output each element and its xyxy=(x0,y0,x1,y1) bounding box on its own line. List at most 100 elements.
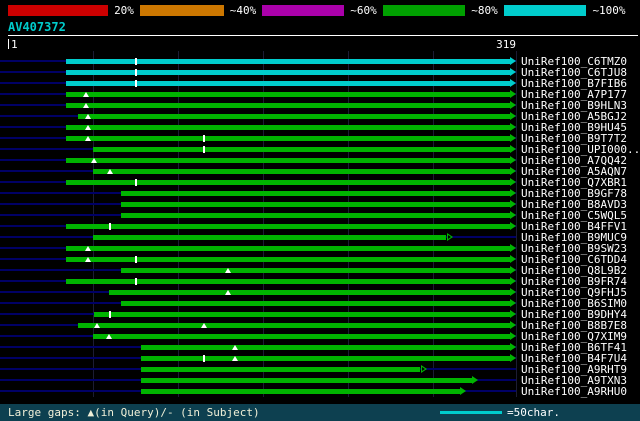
alignment-bar[interactable] xyxy=(121,301,511,306)
alignment-arrowhead-icon xyxy=(510,343,516,351)
alignment-arrowhead-icon xyxy=(471,376,478,384)
query-gap-marker-icon xyxy=(107,169,114,174)
alignment-bar[interactable] xyxy=(78,323,511,328)
subject-gap-tick xyxy=(134,278,137,285)
alignment-arrowhead-icon xyxy=(510,145,516,153)
alignment-bar[interactable] xyxy=(65,246,511,251)
alignment-bar[interactable] xyxy=(108,290,511,295)
query-gap-marker-icon xyxy=(201,323,208,328)
alignment-arrowhead-icon xyxy=(510,321,516,329)
subject-id-label[interactable]: UniRef100_A9RHU0 xyxy=(521,386,627,397)
alignment-bar[interactable] xyxy=(121,202,511,207)
alignment-bar[interactable] xyxy=(140,378,473,383)
alignment-bar[interactable] xyxy=(121,268,511,273)
query-gap-marker-icon xyxy=(225,290,232,295)
alignment-bar[interactable] xyxy=(65,257,511,262)
alignment-bar[interactable] xyxy=(65,279,511,284)
alignment-arrowhead-icon xyxy=(510,189,516,197)
query-gap-marker-icon xyxy=(84,246,91,251)
query-gap-marker-icon xyxy=(231,356,238,361)
scale-line-icon xyxy=(440,411,502,414)
alignment-arrowhead-icon xyxy=(510,101,516,109)
alignment-bar[interactable] xyxy=(65,59,511,64)
scale-segment xyxy=(504,5,586,16)
ruler-end-label: 319 xyxy=(496,38,516,51)
alignment-bar[interactable] xyxy=(121,213,511,218)
subject-gap-tick xyxy=(203,146,206,153)
scale-label: 20% xyxy=(114,4,134,17)
alignment-bar[interactable] xyxy=(65,180,511,185)
alignment-arrowhead-icon xyxy=(510,310,516,318)
subject-gap-tick xyxy=(134,256,137,263)
query-gap-marker-icon xyxy=(84,125,91,130)
alignment-arrowhead-icon xyxy=(510,277,516,285)
alignment-arrowhead-icon xyxy=(510,288,516,296)
scale-segment xyxy=(8,5,108,16)
alignment-bar[interactable] xyxy=(65,158,511,163)
alignment-bar[interactable] xyxy=(65,92,511,97)
alignment-arrowhead-icon xyxy=(510,167,516,175)
alignment-arrowhead-icon xyxy=(510,156,516,164)
alignment-arrowhead-icon xyxy=(510,244,516,252)
alignment-bar[interactable] xyxy=(65,224,511,229)
scale-segment xyxy=(140,5,224,16)
alignment-arrowhead-icon xyxy=(460,387,467,395)
alignment-arrowhead-icon xyxy=(510,112,516,120)
query-gap-marker-icon xyxy=(84,114,91,119)
alignment-rows: UniRef100_C6TMZ0 UniRef100_C6TJU8 UniRef10… xyxy=(0,56,640,397)
alignment-bar[interactable] xyxy=(65,81,511,86)
subject-gap-tick xyxy=(203,355,206,362)
legend-scale: =50char. xyxy=(440,404,560,421)
alignment-bar[interactable] xyxy=(65,125,511,130)
alignment-bar[interactable] xyxy=(140,367,421,372)
alignment-bar[interactable] xyxy=(92,147,511,152)
alignment-bar[interactable] xyxy=(140,345,511,350)
legend-scale-text: =50char. xyxy=(507,406,560,419)
alignment-bar[interactable] xyxy=(92,235,446,240)
subject-gap-tick xyxy=(134,80,137,87)
alignment-arrowhead-icon xyxy=(510,79,516,87)
alignment-bar[interactable] xyxy=(78,114,511,119)
legend-gaps-text: Large gaps: ▲(in Query)/- (in Subject) xyxy=(8,406,260,419)
query-gap-marker-icon xyxy=(105,334,112,339)
query-gap-marker-icon xyxy=(91,158,98,163)
alignment-arrowhead-icon xyxy=(510,68,516,76)
scale-segment xyxy=(262,5,344,16)
alignment-bar[interactable] xyxy=(140,356,511,361)
subject-gap-tick xyxy=(134,69,137,76)
query-gap-marker-icon xyxy=(94,323,101,328)
alignment-arrowhead-icon xyxy=(510,332,516,340)
ruler-start-tick xyxy=(8,39,9,49)
alignment-bar[interactable] xyxy=(121,191,511,196)
alignment-arrowhead-icon xyxy=(510,299,516,307)
scale-label: ~60% xyxy=(350,4,377,17)
alignment-bar[interactable] xyxy=(92,334,511,339)
alignment-bar[interactable] xyxy=(94,312,511,317)
alignment-arrowhead-icon xyxy=(510,134,516,142)
scale-label: ~100% xyxy=(592,4,626,17)
query-ruler: 1 319 xyxy=(8,38,516,51)
query-gap-marker-icon xyxy=(83,103,90,108)
query-gap-marker-icon xyxy=(83,92,90,97)
query-gap-marker-icon xyxy=(231,345,238,350)
subject-gap-tick xyxy=(134,58,137,65)
alignment-open-arrowhead-icon xyxy=(446,233,453,241)
alignment-row: UniRef100_A9RHU0 xyxy=(0,386,640,397)
legend-bar: Large gaps: ▲(in Query)/- (in Subject) =… xyxy=(0,404,640,421)
subject-gap-tick xyxy=(203,135,206,142)
identity-scale-bar: 20% ~40% ~60% ~80% ~100% xyxy=(8,5,632,16)
blast-overview-screen: 20% ~40% ~60% ~80% ~100% AV407372 1 319 UniR… xyxy=(0,0,640,421)
query-gap-marker-icon xyxy=(225,268,232,273)
alignment-arrowhead-icon xyxy=(510,354,516,362)
query-gap-marker-icon xyxy=(84,136,91,141)
alignment-arrowhead-icon xyxy=(510,266,516,274)
alignment-bar[interactable] xyxy=(65,103,511,108)
alignment-bar[interactable] xyxy=(92,169,511,174)
alignment-arrowhead-icon xyxy=(510,90,516,98)
query-name: AV407372 xyxy=(8,20,66,34)
alignment-arrowhead-icon xyxy=(510,200,516,208)
alignment-bar[interactable] xyxy=(65,136,511,141)
subject-gap-tick xyxy=(109,223,112,230)
alignment-bar[interactable] xyxy=(140,389,462,394)
alignment-bar[interactable] xyxy=(65,70,511,75)
